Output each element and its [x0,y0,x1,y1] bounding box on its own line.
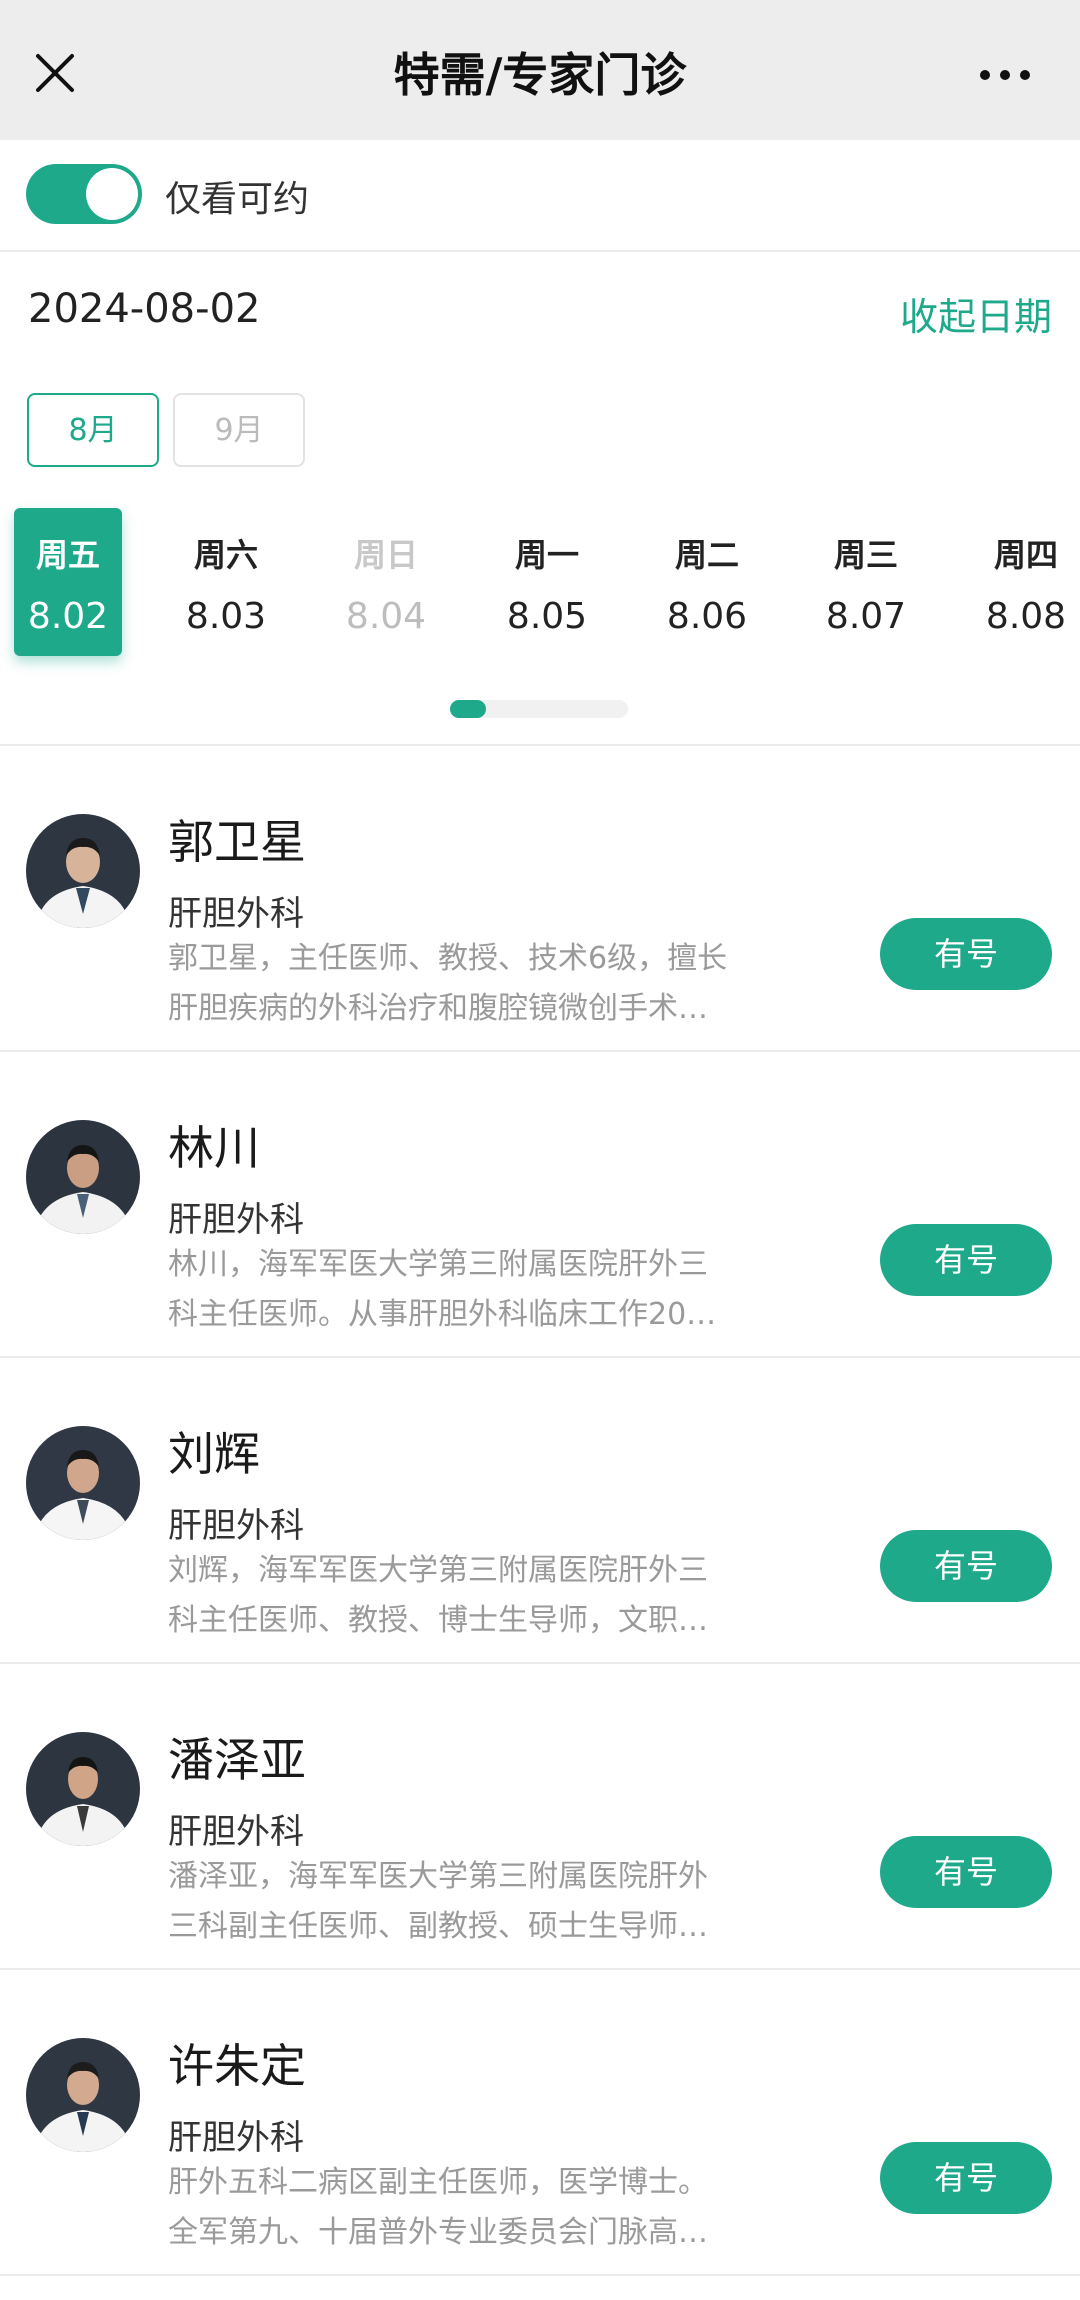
day-date: 8.07 [825,596,907,637]
available-button[interactable]: 有号 [880,1224,1052,1296]
doctor-department: 肝胆外科 [168,1812,304,1852]
day-item[interactable]: 周六 8.03 [172,508,280,656]
description-line: 三科副主任医师、副教授、硕士生导师… [168,1909,708,1944]
doctor-name: 林川 [168,1121,260,1175]
day-item[interactable]: 周一 8.05 [493,508,601,656]
doctor-avatar [26,1120,140,1234]
day-weekday: 周六 [193,536,258,574]
more-icon[interactable] [975,60,1035,90]
day-item[interactable]: 周三 8.07 [812,508,920,656]
description-line: 科主任医师、教授、博士生导师，文职… [168,1603,708,1638]
selected-date: 2024-08-02 [28,286,261,332]
description-line: 肝外五科二病区副主任医师，医学博士。 [168,2165,708,2200]
month-tab-august[interactable]: 8月 [27,393,159,467]
available-filter-row: 仅看可约 [0,140,1080,252]
doctor-avatar [26,2038,140,2152]
toggle-knob [86,168,138,220]
doctor-department: 肝胆外科 [168,1506,304,1546]
day-date: 8.08 [985,596,1067,637]
day-date: 8.03 [185,596,267,637]
available-only-label: 仅看可约 [165,179,310,220]
doctor-description: 刘辉，海军军医大学第三附属医院肝外三 科主任医师、教授、博士生导师，文职… [168,1546,768,1646]
doctor-list-item[interactable]: 郭卫星 肝胆外科 郭卫星，主任医师、教授、技术6级，擅长 肝胆疾病的外科治疗和腹… [0,746,1080,1052]
day-item[interactable]: 周四 8.08 [972,508,1080,656]
day-date: 8.04 [345,596,427,637]
doctor-list-item[interactable]: 潘泽亚 肝胆外科 潘泽亚，海军军医大学第三附属医院肝外 三科副主任医师、副教授、… [0,1664,1080,1970]
day-strip-scrollbar[interactable] [450,700,628,718]
day-weekday: 周日 [353,536,418,574]
description-line: 全军第九、十届普外专业委员会门脉高… [168,2215,708,2250]
doctor-name: 刘辉 [168,1427,260,1481]
description-line: 潘泽亚，海军军医大学第三附属医院肝外 [168,1859,708,1894]
doctor-name: 许朱定 [168,2039,306,2093]
description-line: 郭卫星，主任医师、教授、技术6级，擅长 [168,941,728,976]
doctor-list-item[interactable]: 林川 肝胆外科 林川，海军军医大学第三附属医院肝外三 科主任医师。从事肝胆外科临… [0,1052,1080,1358]
day-date: 8.02 [27,596,109,637]
description-line: 刘辉，海军军医大学第三附属医院肝外三 [168,1553,708,1588]
scrollbar-thumb[interactable] [450,700,486,718]
description-line: 肝胆疾病的外科治疗和腹腔镜微创手术… [168,991,708,1026]
available-button[interactable]: 有号 [880,1530,1052,1602]
day-weekday: 周五 [35,536,100,574]
doctor-description: 肝外五科二病区副主任医师，医学博士。 全军第九、十届普外专业委员会门脉高… [168,2158,768,2258]
doctor-description: 郭卫星，主任医师、教授、技术6级，擅长 肝胆疾病的外科治疗和腹腔镜微创手术… [168,934,768,1034]
collapse-date-link[interactable]: 收起日期 [900,286,1052,341]
doctor-description: 潘泽亚，海军军医大学第三附属医院肝外 三科副主任医师、副教授、硕士生导师… [168,1852,768,1952]
close-icon[interactable] [30,40,80,100]
description-line: 科主任医师。从事肝胆外科临床工作20… [168,1297,717,1332]
doctor-avatar [26,1732,140,1846]
doctor-name: 郭卫星 [168,815,306,869]
doctor-department: 肝胆外科 [168,894,304,934]
day-weekday: 周四 [993,536,1058,574]
doctor-list-item[interactable]: 许朱定 肝胆外科 肝外五科二病区副主任医师，医学博士。 全军第九、十届普外专业委… [0,1970,1080,2276]
available-only-toggle[interactable] [26,164,142,224]
available-button[interactable]: 有号 [880,2142,1052,2214]
doctor-name: 潘泽亚 [168,1733,306,1787]
available-button[interactable]: 有号 [880,918,1052,990]
page-title: 特需/专家门诊 [393,48,687,102]
day-weekday: 周二 [674,536,739,574]
doctor-avatar [26,1426,140,1540]
day-date: 8.06 [666,596,748,637]
doctor-description: 林川，海军军医大学第三附属医院肝外三 科主任医师。从事肝胆外科临床工作20… [168,1240,768,1340]
day-date: 8.05 [506,596,588,637]
available-button[interactable]: 有号 [880,1836,1052,1908]
doctor-department: 肝胆外科 [168,1200,304,1240]
day-weekday: 周三 [833,536,898,574]
doctor-list-item[interactable]: 刘辉 肝胆外科 刘辉，海军军医大学第三附属医院肝外三 科主任医师、教授、博士生导… [0,1358,1080,1664]
day-item[interactable]: 周五 8.02 [14,508,122,656]
day-weekday: 周一 [514,536,579,574]
month-tab-september[interactable]: 9月 [173,393,305,467]
doctor-avatar [26,814,140,928]
nav-bar: 特需/专家门诊 [0,0,1080,140]
day-item[interactable]: 周二 8.06 [653,508,761,656]
doctor-department: 肝胆外科 [168,2118,304,2158]
day-item: 周日 8.04 [332,508,440,656]
description-line: 林川，海军军医大学第三附属医院肝外三 [168,1247,708,1282]
